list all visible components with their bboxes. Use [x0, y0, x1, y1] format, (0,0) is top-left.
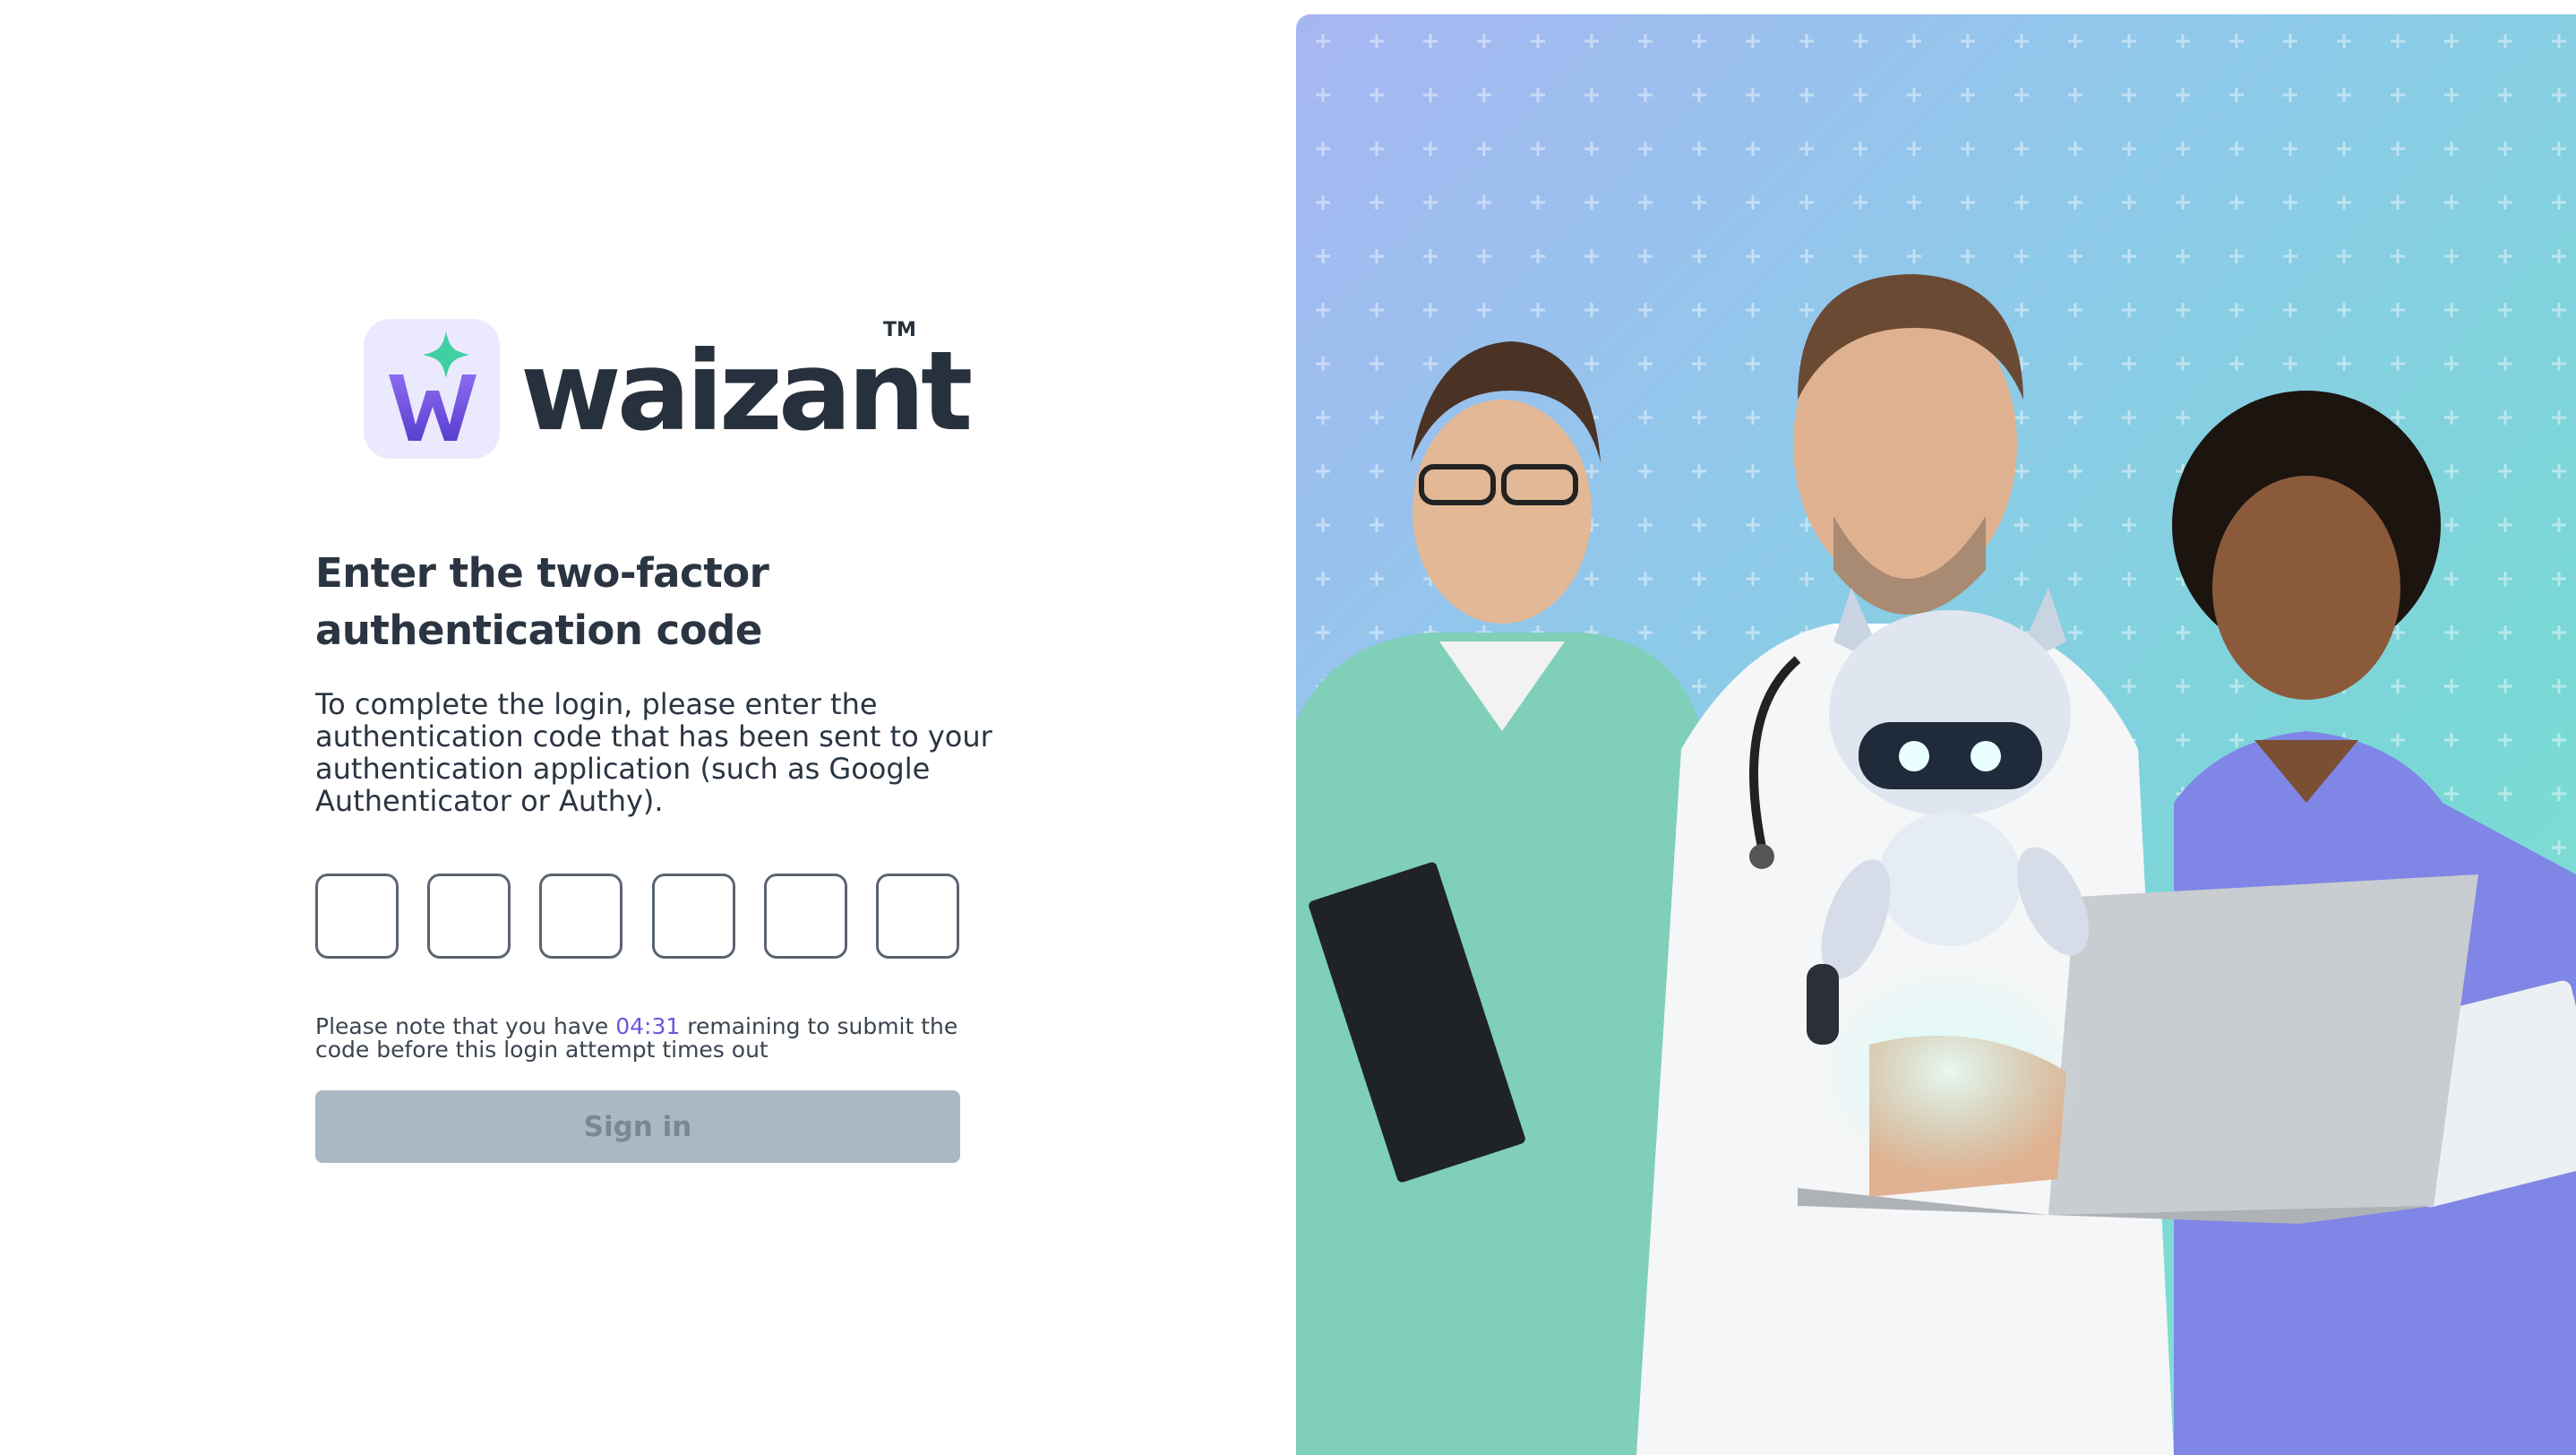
code-digit-3[interactable]: [539, 874, 623, 959]
instructions-text: To complete the login, please enter the …: [315, 687, 992, 818]
code-digit-1[interactable]: [315, 874, 399, 959]
code-digit-6[interactable]: [876, 874, 959, 959]
brand-wordmark: waizant: [520, 328, 973, 455]
countdown-timer: 04:31: [615, 1013, 681, 1039]
hero-image: [1296, 14, 2576, 1455]
hero-illustration: [1296, 14, 2576, 1455]
notice-text-before: Please note that you have: [315, 1013, 616, 1039]
robot: [1807, 588, 2089, 1179]
sign-in-button[interactable]: Sign in: [315, 1090, 960, 1163]
login-panel: waizant TM Enter the two-factor authenti…: [0, 0, 1296, 1455]
code-digit-4[interactable]: [652, 874, 735, 959]
code-digit-2[interactable]: [427, 874, 511, 959]
trademark-symbol: TM: [883, 319, 916, 341]
timeout-notice: Please note that you have 04:31 remainin…: [315, 1015, 996, 1062]
brand-logo: waizant TM: [364, 319, 973, 461]
page-title: Enter the two-factor authentication code: [315, 549, 769, 654]
waizant-logo-icon: [364, 319, 500, 459]
code-digit-5[interactable]: [764, 874, 847, 959]
